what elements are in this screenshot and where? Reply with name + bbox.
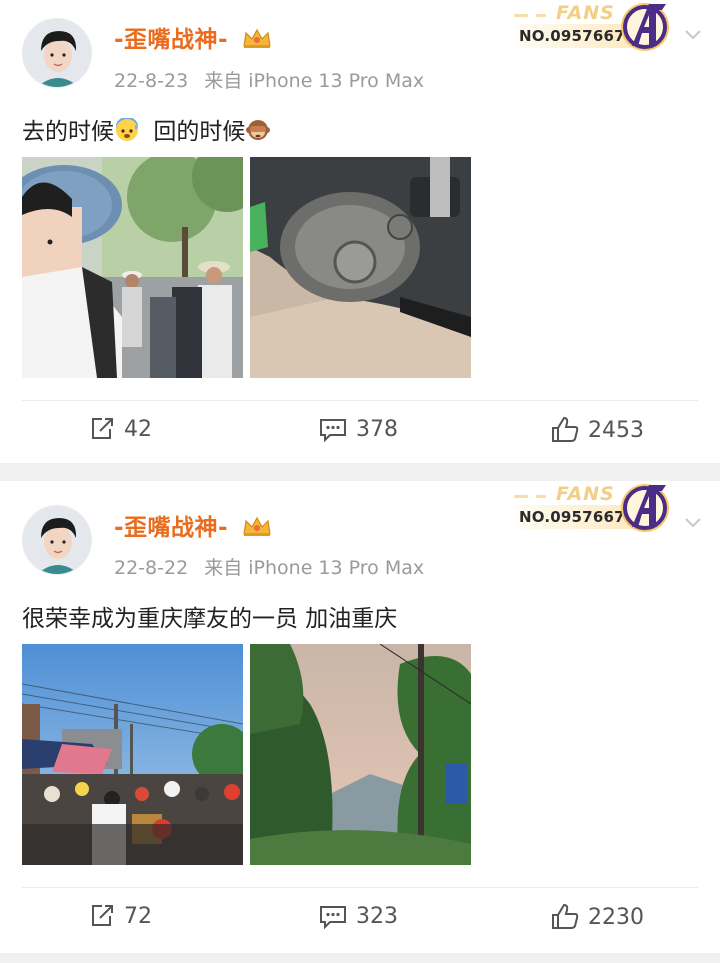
fans-dash xyxy=(536,495,546,498)
like-button[interactable]: 2453 xyxy=(550,415,644,445)
post-card: -歪嘴战神- 22-8-23 来自 iPhone 13 Pro Max FANS… xyxy=(0,0,720,463)
photo-selfie-crowd xyxy=(22,157,243,378)
chevron-down-icon[interactable] xyxy=(683,512,703,532)
repost-count: 42 xyxy=(124,416,152,442)
post-separator xyxy=(0,953,720,963)
avengers-logo-icon xyxy=(621,3,669,51)
repost-button[interactable]: 42 xyxy=(88,415,152,443)
divider xyxy=(22,400,698,401)
avatar[interactable] xyxy=(22,505,92,575)
crown-badge-icon xyxy=(241,26,273,56)
post-date: 22-8-22 xyxy=(114,557,189,579)
fans-dash xyxy=(514,495,528,498)
comment-button[interactable]: 323 xyxy=(318,902,398,930)
fans-number: NO.0957667 xyxy=(519,27,625,45)
post-text: 去的时候 回的时候 xyxy=(22,112,271,148)
repost-button[interactable]: 72 xyxy=(88,902,152,930)
crown-badge-icon xyxy=(241,514,273,544)
fans-number: NO.0957667 xyxy=(519,508,625,526)
username[interactable]: -歪嘴战神- xyxy=(114,508,273,544)
post-photo[interactable] xyxy=(22,157,243,378)
chevron-down-icon[interactable] xyxy=(683,24,703,44)
divider xyxy=(22,887,698,888)
like-count: 2453 xyxy=(588,417,644,443)
repost-icon xyxy=(92,418,113,439)
like-button[interactable]: 2230 xyxy=(550,902,644,932)
thumbs-up-icon xyxy=(552,903,579,929)
comment-count: 378 xyxy=(356,416,398,442)
photo-motorcycle-crowd xyxy=(22,644,243,865)
avatar-image xyxy=(23,506,91,574)
see-no-evil-monkey-icon xyxy=(245,118,271,148)
post-card: -歪嘴战神- 22-8-22 来自 iPhone 13 Pro Max FANS… xyxy=(0,481,720,953)
photo-motorcycle-engine xyxy=(250,157,471,378)
cold-sweat-emoji-icon xyxy=(114,117,140,148)
post-source: 来自 iPhone 13 Pro Max xyxy=(204,70,425,92)
fans-label: FANS xyxy=(556,2,615,24)
repost-icon xyxy=(92,905,113,926)
comment-button[interactable]: 378 xyxy=(318,415,398,443)
post-photo[interactable] xyxy=(250,157,471,378)
comment-icon xyxy=(320,419,346,443)
post-photo[interactable] xyxy=(250,644,471,865)
photo-mountain-smoke xyxy=(250,644,471,865)
post-source: 来自 iPhone 13 Pro Max xyxy=(204,557,425,579)
fans-badge[interactable]: FANS NO.0957667 xyxy=(508,0,678,56)
fans-badge[interactable]: FANS NO.0957667 xyxy=(508,481,678,537)
avatar-image xyxy=(23,19,91,87)
thumbs-up-icon xyxy=(552,416,579,442)
comment-icon xyxy=(320,906,346,930)
post-text: 很荣幸成为重庆摩友的一员 加油重庆 xyxy=(22,606,398,632)
post-meta: 22-8-22 来自 iPhone 13 Pro Max xyxy=(114,553,424,580)
comment-count: 323 xyxy=(356,903,398,929)
username[interactable]: -歪嘴战神- xyxy=(114,20,273,56)
post-photo[interactable] xyxy=(22,644,243,865)
post-date: 22-8-23 xyxy=(114,70,189,92)
avatar[interactable] xyxy=(22,18,92,88)
fans-dash xyxy=(536,14,546,17)
avengers-logo-icon xyxy=(621,484,669,532)
fans-dash xyxy=(514,14,528,17)
post-meta: 22-8-23 来自 iPhone 13 Pro Max xyxy=(114,66,424,93)
post-separator xyxy=(0,463,720,481)
like-count: 2230 xyxy=(588,904,644,930)
repost-count: 72 xyxy=(124,903,152,929)
fans-label: FANS xyxy=(556,483,615,505)
